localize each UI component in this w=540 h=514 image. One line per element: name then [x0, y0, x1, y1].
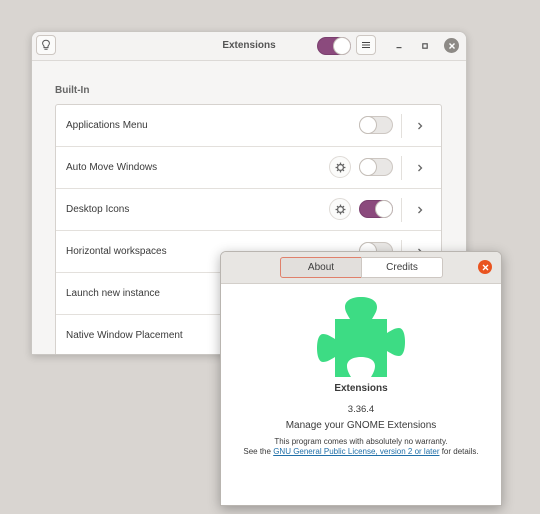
dialog-header: About Credits — [221, 252, 501, 284]
extension-name: Desktop Icons — [66, 204, 130, 215]
about-dialog: About Credits Extensions 3.36.4 Manage y… — [220, 251, 502, 506]
license-prefix: See the — [243, 447, 274, 456]
switch-knob — [376, 201, 392, 217]
extension-toggle-switch[interactable] — [359, 200, 393, 218]
extension-name: Applications Menu — [66, 120, 148, 131]
app-name: Extensions — [334, 383, 388, 394]
puzzle-piece-icon — [317, 297, 405, 377]
extension-name: Horizontal workspaces — [66, 246, 167, 257]
switch-knob — [360, 117, 376, 133]
dialog-close-button[interactable] — [478, 260, 492, 274]
row-separator — [401, 114, 402, 138]
row-separator — [401, 198, 402, 222]
extension-toggle-switch[interactable] — [359, 158, 393, 176]
minimize-icon — [396, 47, 402, 49]
extension-name: Launch new instance — [66, 288, 160, 299]
gear-icon — [335, 162, 345, 172]
maximize-button[interactable] — [418, 39, 432, 53]
license-suffix: for details. — [439, 447, 479, 456]
row-separator — [401, 156, 402, 180]
app-comment: Manage your GNOME Extensions — [285, 420, 437, 431]
tab-about[interactable]: About — [280, 257, 362, 278]
minimize-button[interactable] — [392, 39, 406, 53]
lightbulb-icon — [42, 39, 50, 50]
extension-row[interactable]: Auto Move Windows — [56, 147, 441, 189]
section-title-built-in: Built-In — [55, 85, 90, 96]
extension-details-button[interactable] — [415, 120, 425, 132]
app-version: 3.36.4 — [347, 404, 375, 415]
gear-icon — [335, 204, 345, 214]
extension-row[interactable]: Applications Menu — [56, 105, 441, 147]
chevron-right-icon — [418, 164, 423, 172]
extension-settings-button[interactable] — [329, 198, 351, 220]
license-text: See the GNU General Public License, vers… — [221, 446, 501, 457]
chevron-right-icon — [418, 122, 423, 130]
window-title: Extensions — [222, 40, 276, 51]
global-extensions-switch[interactable] — [317, 37, 351, 55]
extension-settings-button[interactable] — [329, 156, 351, 178]
extension-name: Auto Move Windows — [66, 162, 158, 173]
tips-button[interactable] — [36, 35, 56, 55]
hamburger-menu-icon — [362, 42, 370, 48]
switch-knob — [334, 38, 350, 54]
chevron-right-icon — [418, 206, 423, 214]
close-icon — [448, 42, 455, 49]
maximize-icon — [422, 43, 428, 49]
tab-credits[interactable]: Credits — [361, 257, 443, 278]
headerbar: Extensions — [32, 32, 466, 61]
extension-name: Native Window Placement — [66, 330, 183, 341]
close-icon — [482, 264, 488, 270]
main-menu-button[interactable] — [356, 35, 376, 55]
extension-details-button[interactable] — [415, 204, 425, 216]
extension-details-button[interactable] — [415, 162, 425, 174]
switch-knob — [360, 159, 376, 175]
close-button[interactable] — [444, 38, 459, 53]
extension-toggle-switch[interactable] — [359, 116, 393, 134]
extension-row[interactable]: Desktop Icons — [56, 189, 441, 231]
license-link[interactable]: GNU General Public License, version 2 or… — [273, 447, 439, 456]
